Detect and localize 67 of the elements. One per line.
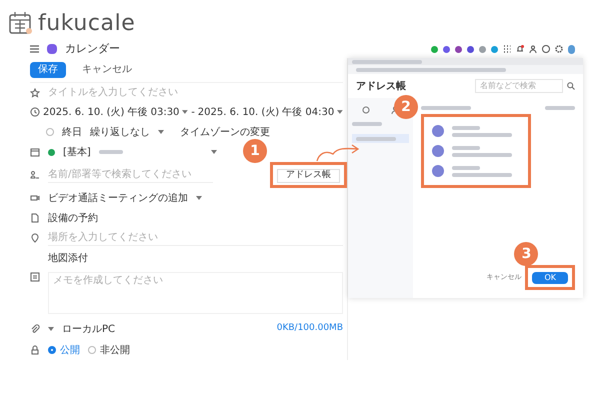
bell-icon[interactable] — [516, 45, 524, 53]
attachment-size: 0KB/100.00MB — [276, 322, 343, 336]
blurred-text — [452, 152, 512, 156]
paperclip-icon — [30, 324, 40, 334]
location-pin-icon — [30, 233, 40, 243]
address-book-button[interactable]: アドレス帳 — [277, 168, 340, 183]
calendar-dropdown[interactable]: [基本] — [63, 144, 91, 160]
blurred-text — [452, 146, 480, 150]
caret-icon — [48, 327, 54, 331]
blurred-text — [352, 60, 422, 64]
blurred-text — [452, 166, 480, 170]
repeat-dropdown[interactable]: 繰り返しなし — [90, 124, 150, 140]
timezone-link[interactable]: タイムゾーンの変更 — [180, 124, 270, 140]
lock-icon — [30, 345, 40, 355]
star-icon — [30, 88, 40, 98]
radio-button[interactable] — [48, 346, 56, 354]
ok-button[interactable]: OK — [532, 272, 568, 284]
caret-icon — [337, 110, 343, 114]
calendar-icon — [8, 10, 34, 36]
blurred-text — [421, 106, 471, 110]
blurred-text — [356, 136, 396, 140]
app-title: カレンダー — [65, 40, 120, 57]
all-day-checkbox[interactable] — [46, 128, 54, 136]
clock-icon — [30, 107, 40, 117]
blurred-text — [352, 122, 382, 126]
video-icon — [30, 193, 40, 203]
menu-icon[interactable] — [30, 45, 39, 53]
visibility-label: 公開 — [60, 344, 80, 358]
step-badge: 3 — [514, 242, 538, 266]
video-meeting-dropdown[interactable]: ビデオ通話ミーティングの追加 — [48, 190, 188, 206]
cancel-button[interactable]: キャンセル — [74, 62, 140, 78]
start-date[interactable]: 2025. 6. 10. (火) — [43, 104, 124, 120]
avatar — [432, 165, 444, 177]
logo-text: fukucale — [38, 10, 136, 38]
attachment-source-dropdown[interactable]: ローカルPC — [62, 322, 116, 336]
start-time[interactable]: 午後 03:30 — [127, 104, 180, 120]
note-icon — [30, 272, 40, 282]
document-icon — [30, 213, 40, 223]
apps-grid-icon[interactable] — [503, 45, 511, 53]
all-day-label: 終日 — [62, 126, 82, 140]
calendar-app-icon — [47, 44, 57, 54]
avatar — [432, 125, 444, 137]
calendar-icon — [30, 147, 40, 157]
caret-icon — [210, 150, 217, 154]
step-badge: 1 — [243, 139, 267, 164]
blurred-text — [98, 150, 123, 154]
visibility-label: 非公開 — [100, 344, 130, 358]
blurred-text — [452, 172, 512, 176]
date-separator: - — [191, 106, 195, 120]
people-icon — [30, 170, 40, 180]
search-icon[interactable] — [567, 82, 575, 90]
map-attach-link[interactable]: 地図添付 — [48, 250, 88, 266]
caret-icon — [158, 130, 164, 134]
blurred-text — [452, 126, 480, 130]
profile-avatar[interactable] — [568, 44, 575, 54]
radio-button[interactable] — [88, 346, 96, 354]
end-date[interactable]: 2025. 6. 10. (火) — [198, 104, 280, 120]
step-badge: 2 — [394, 95, 418, 119]
avatar — [432, 145, 444, 157]
popup-title: アドレス帳 — [356, 80, 406, 94]
blurred-text — [452, 132, 512, 136]
blurred-text — [545, 106, 575, 110]
facility-link[interactable]: 設備の予約 — [48, 210, 98, 226]
caret-icon — [182, 110, 188, 114]
caret-icon — [196, 196, 202, 200]
end-time[interactable]: 午後 04:30 — [282, 104, 334, 120]
save-button[interactable]: 保存 — [30, 62, 66, 78]
